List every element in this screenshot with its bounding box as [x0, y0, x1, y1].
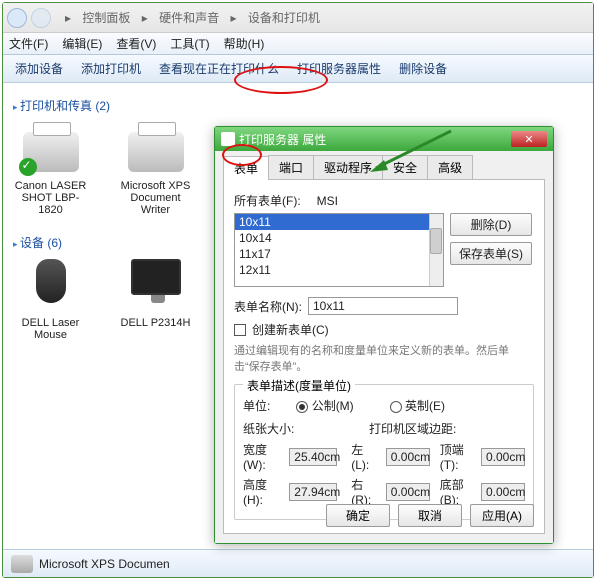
nav-fwd-icon[interactable]: [31, 8, 51, 28]
list-item[interactable]: 10x14: [235, 230, 443, 246]
form-desc-group: 表单描述(度量单位) 单位: 公制(M) 英制(E) 纸张大小: 打印机区域边距…: [234, 384, 534, 520]
tb-see-printing[interactable]: 查看现在正在打印什么: [153, 58, 285, 79]
tb-add-printer[interactable]: 添加打印机: [75, 58, 147, 79]
printer-icon: [124, 122, 188, 176]
device-label: Canon LASER SHOT LBP-1820: [13, 180, 88, 216]
menu-edit[interactable]: 编辑(E): [62, 35, 102, 52]
printer-icon: [19, 122, 83, 176]
form-name-label: 表单名称(N):: [234, 298, 302, 315]
tb-server-props[interactable]: 打印服务器属性: [291, 58, 387, 79]
status-printer-icon: [11, 555, 33, 573]
bottom-label: 底部(B):: [440, 476, 475, 507]
tab-security[interactable]: 安全: [382, 155, 428, 179]
bottom-input: 0.00cm: [481, 483, 525, 501]
dialog-footer: 确定 取消 应用(A): [326, 504, 534, 527]
create-hint: 通过编辑现有的名称和度量单位来定义新的表单。然后单击“保存表单”。: [234, 342, 534, 374]
tab-panel: 所有表单(F): MSI 10x11 10x14 11x17 12x11 删除(…: [223, 180, 545, 534]
breadcrumb-sep: ▸: [65, 11, 71, 25]
dialog-tabs: 表单 端口 驱动程序 安全 高级: [223, 155, 545, 180]
status-text: Microsoft XPS Documen: [39, 557, 170, 571]
create-new-checkbox[interactable]: [234, 324, 246, 336]
device-item-printer2[interactable]: Microsoft XPS Document Writer: [118, 122, 193, 216]
section-printers[interactable]: 打印机和传真 (2): [13, 97, 583, 114]
device-label: DELL P2314H: [118, 317, 193, 329]
menu-help[interactable]: 帮助(H): [224, 35, 265, 52]
radio-english[interactable]: [390, 401, 402, 413]
address-bar[interactable]: ▸ 控制面板 ▸ 硬件和声音 ▸ 设备和打印机: [3, 3, 593, 33]
right-input: 0.00cm: [386, 483, 430, 501]
device-label: DELL Laser Mouse: [13, 317, 88, 341]
tab-advanced[interactable]: 高级: [427, 155, 473, 179]
server-name: MSI: [317, 194, 338, 208]
group-legend: 表单描述(度量单位): [243, 377, 355, 394]
forms-listbox[interactable]: 10x11 10x14 11x17 12x11: [234, 213, 444, 287]
breadcrumb[interactable]: ▸ 控制面板 ▸ 硬件和声音 ▸ 设备和打印机: [55, 7, 589, 28]
create-new-label: 创建新表单(C): [252, 321, 329, 338]
left-label: 左(L):: [351, 441, 380, 472]
nav-back-icon[interactable]: [7, 8, 27, 28]
right-label: 右(R):: [351, 476, 380, 507]
height-input: 27.94cm: [289, 483, 337, 501]
menu-view[interactable]: 查看(V): [116, 35, 156, 52]
list-item[interactable]: 12x11: [235, 262, 443, 278]
dialog-icon: [221, 132, 235, 146]
breadcrumb-sep: ▸: [230, 11, 236, 25]
width-input: 25.40cm: [289, 448, 337, 466]
tb-remove-device[interactable]: 删除设备: [393, 58, 453, 79]
default-check-icon: [19, 158, 37, 176]
device-item-printer1[interactable]: Canon LASER SHOT LBP-1820: [13, 122, 88, 216]
ok-button[interactable]: 确定: [326, 504, 390, 527]
tab-ports[interactable]: 端口: [268, 155, 314, 179]
list-item[interactable]: 10x11: [235, 214, 443, 230]
menu-file[interactable]: 文件(F): [9, 35, 48, 52]
monitor-icon: [124, 259, 188, 313]
scrollbar-thumb[interactable]: [430, 228, 442, 254]
menu-tools[interactable]: 工具(T): [170, 35, 209, 52]
dialog-title: 打印服务器 属性: [239, 131, 326, 148]
unit-label: 单位:: [243, 397, 270, 414]
radio-metric-label: 公制(M): [312, 399, 354, 413]
dialog-titlebar[interactable]: 打印服务器 属性 ✕: [215, 127, 553, 151]
mouse-icon: [19, 259, 83, 313]
tab-forms[interactable]: 表单: [223, 156, 269, 180]
status-bar: Microsoft XPS Documen: [3, 549, 593, 577]
breadcrumb-leaf[interactable]: 设备和打印机: [248, 11, 320, 25]
tab-drivers[interactable]: 驱动程序: [313, 155, 383, 179]
breadcrumb-sep: ▸: [142, 11, 148, 25]
list-item[interactable]: 11x17: [235, 246, 443, 262]
height-label: 高度(H):: [243, 476, 283, 507]
margins-label: 打印机区域边距:: [369, 420, 456, 437]
device-label: Microsoft XPS Document Writer: [118, 180, 193, 216]
dialog-body: 表单 端口 驱动程序 安全 高级 所有表单(F): MSI 10x11 10x1…: [215, 151, 553, 543]
tb-add-device[interactable]: 添加设备: [9, 58, 69, 79]
width-label: 宽度(W):: [243, 441, 283, 472]
device-item-monitor[interactable]: DELL P2314H: [118, 259, 193, 353]
breadcrumb-mid[interactable]: 硬件和声音: [159, 11, 219, 25]
radio-metric[interactable]: [296, 401, 308, 413]
save-form-button[interactable]: 保存表单(S): [450, 242, 532, 265]
radio-english-label: 英制(E): [405, 399, 445, 413]
paper-size-label: 纸张大小:: [243, 420, 313, 437]
menu-bar: 文件(F) 编辑(E) 查看(V) 工具(T) 帮助(H): [3, 33, 593, 55]
apply-button[interactable]: 应用(A): [470, 504, 534, 527]
form-name-input[interactable]: 10x11: [308, 297, 458, 315]
toolbar: 添加设备 添加打印机 查看现在正在打印什么 打印服务器属性 删除设备: [3, 55, 593, 83]
left-input: 0.00cm: [386, 448, 430, 466]
breadcrumb-root[interactable]: 控制面板: [82, 11, 130, 25]
print-server-dialog: 打印服务器 属性 ✕ 表单 端口 驱动程序 安全 高级 所有表单(F): MSI…: [214, 126, 554, 544]
top-input: 0.00cm: [481, 448, 525, 466]
close-icon[interactable]: ✕: [511, 131, 547, 147]
all-forms-label: 所有表单(F):: [234, 192, 301, 209]
cancel-button[interactable]: 取消: [398, 504, 462, 527]
delete-button[interactable]: 删除(D): [450, 213, 532, 236]
top-label: 顶端(T):: [440, 441, 475, 472]
device-item-mouse[interactable]: DELL Laser Mouse: [13, 259, 88, 353]
scrollbar[interactable]: [429, 214, 443, 286]
